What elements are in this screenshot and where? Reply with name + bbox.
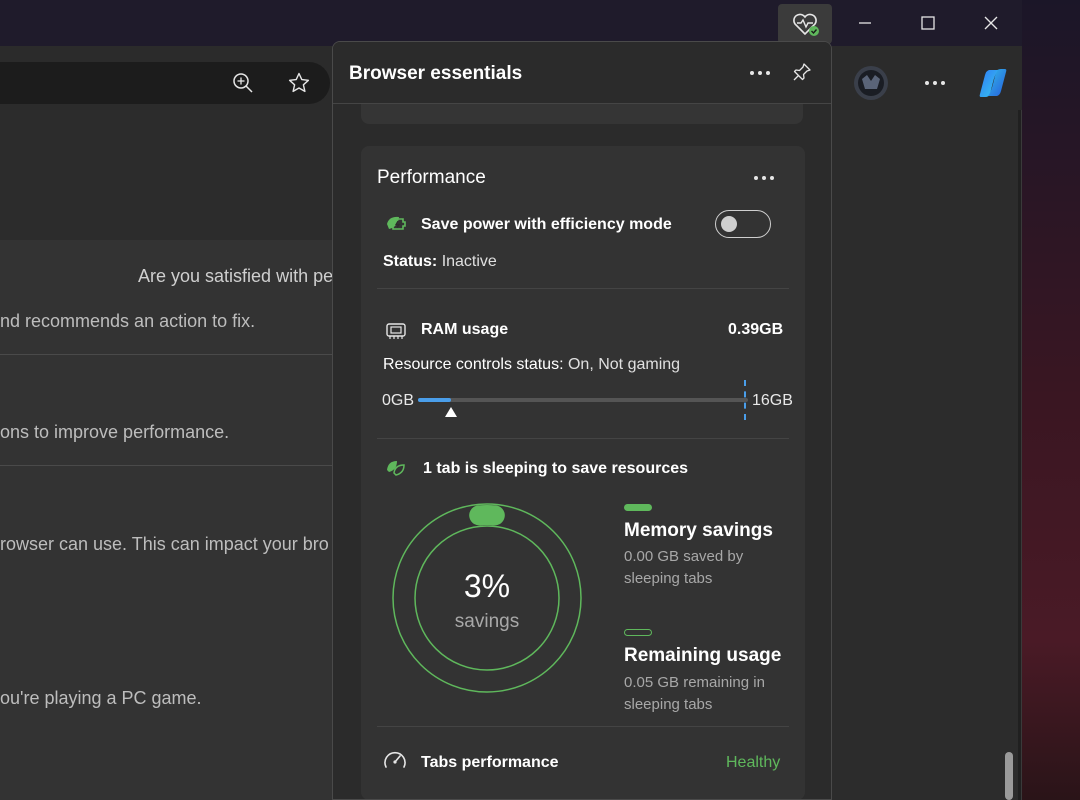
savings-percent: 3% [463,568,511,604]
remaining-usage-swatch [624,629,652,636]
status-label: Status: [383,253,438,270]
efficiency-mode-toggle[interactable] [715,210,771,238]
zoom-in-icon [233,73,253,93]
copilot-button[interactable] [974,64,1012,102]
performance-card: Performance Save power with efficiency m… [361,146,805,799]
tabs-performance-status[interactable]: Healthy [726,754,780,772]
browser-essentials-flyout: Browser essentials Performance Save powe… [332,41,832,800]
memory-savings-desc: 0.00 GB saved by sleeping tabs [624,548,744,587]
memory-savings-title: Memory savings [624,520,773,541]
flyout-header: Browser essentials [333,42,831,104]
ram-usage-pointer-icon [445,407,457,417]
savings-label: savings [454,611,520,632]
flyout-title: Browser essentials [349,63,523,84]
ram-usage-bar [418,398,748,402]
maximize-icon [921,16,935,30]
more-horizontal-icon [925,81,945,85]
efficiency-status: Status: Inactive [383,253,497,271]
browser-essentials-button[interactable] [778,4,832,44]
settings-page-right [832,110,1018,800]
background-text: ons to improve performance. [0,422,230,442]
section-divider [377,438,789,439]
ram-min-label: 0GB [382,392,415,409]
leaf-battery-icon [387,216,406,230]
profile-button[interactable] [852,64,890,102]
section-divider [377,288,789,289]
divider [0,354,335,355]
background-text: rowser can use. This can impact your bro [0,534,329,554]
memory-savings-swatch [624,504,652,511]
ram-usage-label: RAM usage [421,321,509,338]
speedometer-icon [384,751,406,768]
minimize-button[interactable] [845,8,885,38]
remaining-usage-title: Remaining usage [624,645,782,666]
status-value: Inactive [441,253,497,270]
close-window-button[interactable] [971,8,1011,38]
heart-pulse-icon [793,13,819,36]
ram-usage-value: 0.39GB [728,321,784,338]
zoom-button[interactable] [228,68,258,98]
settings-more-button[interactable] [918,68,952,98]
resource-status-label: Resource controls status: [383,356,564,373]
flyout-more-button[interactable] [745,60,775,86]
tabs-performance-label: Tabs performance [421,754,559,771]
background-heading: Are you satisfied with pe [138,266,334,286]
desktop-wallpaper [1020,0,1080,800]
efficiency-mode-label: Save power with efficiency mode [421,216,672,233]
toggle-knob [721,216,737,232]
performance-title: Performance [377,167,486,188]
ram-limit-marker [744,380,746,420]
ram-max-label: 16GB [752,392,793,409]
minimize-icon [859,22,871,24]
sleeping-tab-leaf-icon [387,461,405,476]
resource-status-value: On, Not gaming [567,356,681,373]
performance-more-button[interactable] [749,168,779,188]
background-text: nd recommends an action to fix. [0,311,256,331]
maximize-button[interactable] [908,8,948,38]
close-icon [984,16,998,30]
more-horizontal-icon [750,71,770,75]
previous-card [361,104,803,124]
star-icon [288,72,310,93]
background-text: ou're playing a PC game. [0,688,202,708]
resource-controls-status: Resource controls status: On, Not gaming [383,356,680,374]
copilot-icon [979,69,1007,97]
pin-icon [793,63,811,81]
ram-usage-fill [418,398,451,402]
page-scrollbar[interactable] [1005,752,1013,800]
sleeping-tabs-label: 1 tab is sleeping to save resources [423,460,689,477]
remaining-usage-desc: 0.05 GB remaining in sleeping tabs [624,674,765,713]
favorite-button[interactable] [284,68,314,98]
section-divider [377,726,789,727]
pin-button[interactable] [788,58,816,86]
divider [0,465,335,466]
address-bar[interactable] [0,62,330,104]
more-horizontal-icon [754,176,774,180]
avatar [854,66,888,100]
ram-chip-icon [386,323,406,339]
